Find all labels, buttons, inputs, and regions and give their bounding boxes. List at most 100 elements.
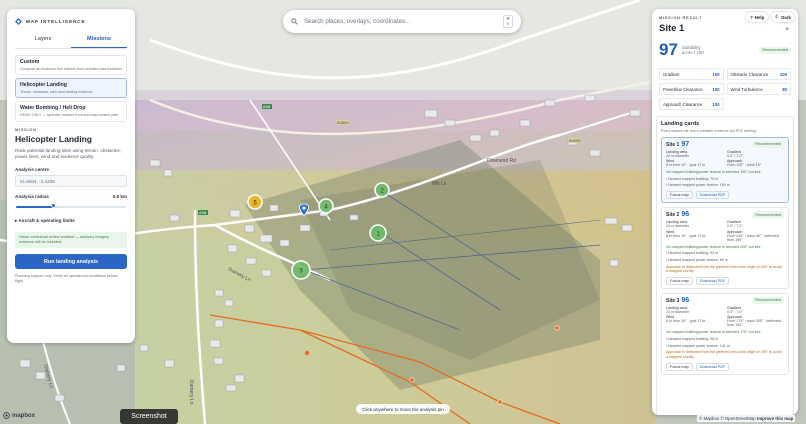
tab-missions[interactable]: Missions: [71, 32, 127, 48]
card-value: From 225° · track 45° · deflected from 1…: [727, 233, 780, 242]
mapbox-logo[interactable]: mapbox: [3, 412, 35, 419]
panel-tabs: Layers Missions: [15, 32, 127, 49]
site-marker-3[interactable]: 3: [291, 260, 311, 280]
search-bar[interactable]: Search places, overlays, coordinates... …: [283, 10, 521, 33]
top-controls: ? Help ☾ Dark: [746, 12, 795, 22]
help-icon: ?: [750, 14, 753, 20]
metric-name: Obstacle Clearance: [730, 71, 769, 77]
planning-footnote: Planning support only. Verify all operat…: [15, 274, 118, 284]
metric-value: 100: [712, 101, 720, 107]
road-number: B4509: [337, 120, 349, 125]
aircraft-limits-toggle[interactable]: ▸ Aircraft & operating limits: [15, 218, 127, 224]
card-site-title: Site 2 96: [666, 211, 689, 218]
run-landing-analysis-button[interactable]: Run landing analysis: [15, 254, 127, 270]
site-marker-5[interactable]: 5: [247, 194, 263, 210]
card-value: 8 kt from 15° · gust 17 kt: [666, 233, 706, 238]
road-label: Downend Rd: [487, 158, 516, 164]
card-bullet: • Nearest mapped building: 93 m: [666, 251, 719, 256]
metric-name: Approach Clearance: [663, 101, 703, 107]
improve-map-link[interactable]: Improve this map: [757, 416, 793, 421]
card-site-name: Site 1: [666, 141, 680, 148]
card-note: No mapped building/power feature in sele…: [666, 330, 761, 335]
metric-value: 100: [779, 71, 787, 77]
landing-card-site-3[interactable]: Site 3 96 Recommended Landing area 24 m d…: [661, 292, 789, 375]
card-note: No mapped building/power feature in sele…: [666, 170, 761, 174]
site-marker-4[interactable]: 4: [318, 198, 334, 214]
card-site-name: Site 3: [666, 297, 680, 304]
card-bullet: • Nearest mapped power feature: 141 m: [666, 343, 730, 348]
card-value: 8 kt from 15° · gust 17 kt: [666, 319, 706, 324]
mission-desc: Compose an evidence-first mission from s…: [20, 66, 122, 71]
card-score: 96: [681, 211, 690, 219]
download-pdf-button[interactable]: Download PDF: [695, 276, 730, 285]
analysis-radius-slider[interactable]: [16, 203, 126, 210]
card-value: 24 m diameter: [666, 153, 689, 158]
card-value: 0.0° / 7.0°: [727, 224, 743, 229]
metric-value: 100: [712, 71, 720, 77]
mission-title: Helicopter Landing: [20, 82, 67, 89]
score-label-line: score / 100: [681, 50, 704, 55]
left-panel: MAP INTELLIGENCE Layers Missions Custom …: [7, 9, 135, 343]
brand: MAP INTELLIGENCE: [7, 9, 135, 32]
metric-approach-clearance: Approach Clearance 100: [659, 98, 724, 110]
analysis-centre-input[interactable]: 51.6604, -2.4459: [15, 174, 127, 187]
card-value: 0.0° / 7.0°: [727, 309, 743, 314]
help-label: Help: [754, 14, 765, 20]
recommended-badge: Recommended: [759, 46, 791, 54]
mission-list: Custom Compose an evidence-first mission…: [15, 55, 127, 122]
mission-desc: DEMO ONLY — synthetic incident front and…: [20, 112, 119, 117]
search-input[interactable]: Search places, overlays, coordinates...: [304, 18, 497, 25]
card-value: 24 m diameter: [666, 224, 689, 229]
card-bullet: • Nearest mapped building: 70 m: [666, 176, 719, 181]
suitability-score: 97: [659, 40, 678, 59]
focus-map-button[interactable]: Focus map: [666, 276, 693, 285]
close-icon[interactable]: ×: [785, 27, 789, 33]
vision-notice: Vision contextual review enabled — advis…: [15, 231, 127, 249]
recommended-badge: Recommended: [752, 296, 784, 304]
landing-card-site-2[interactable]: Site 2 96 Recommended Landing area 24 m d…: [661, 207, 789, 289]
focus-map-button[interactable]: Focus map: [666, 362, 693, 371]
tab-layers[interactable]: Layers: [15, 32, 71, 48]
metric-name: Powerline Clearance: [663, 86, 703, 92]
landing-card-site-1[interactable]: Site 1 97 Recommended Landing area 24 m d…: [661, 136, 789, 204]
card-bullet: • Nearest mapped power feature: 89 m: [666, 257, 728, 262]
screenshot-label: Screenshot: [120, 409, 178, 424]
landing-cards-subtitle: Every ranked site has a printable eviden…: [661, 128, 757, 133]
card-value: 0.0° / 7.0°: [727, 153, 743, 158]
card-score: 96: [681, 296, 690, 304]
mission-card-helicopter-landing[interactable]: Helicopter Landing Terrain, obstacles, w…: [15, 78, 127, 99]
metric-value: 100: [712, 86, 720, 92]
search-icon: [291, 18, 298, 25]
card-bullet: • Nearest mapped building: 58 m: [666, 337, 719, 342]
download-pdf-button[interactable]: Download PDF: [695, 362, 730, 371]
mission-heading: Helicopter Landing: [15, 133, 92, 144]
mission-card-water-bombing[interactable]: Water Bombing / Heli Drop DEMO ONLY — sy…: [15, 101, 127, 122]
brand-name: MAP INTELLIGENCE: [26, 19, 86, 24]
analysis-radius-label-text: Analysis radius: [15, 193, 49, 199]
road-number: A38: [263, 104, 271, 109]
metric-name: Gradient: [663, 71, 680, 77]
theme-label: Dark: [781, 14, 791, 20]
mission-card-custom[interactable]: Custom Compose an evidence-first mission…: [15, 55, 127, 76]
help-button[interactable]: ? Help: [746, 12, 769, 22]
theme-toggle-button[interactable]: ☾ Dark: [771, 12, 795, 22]
attribution-text[interactable]: © Mapbox © OpenStreetMap: [699, 416, 756, 421]
card-site-title: Site 1 97: [666, 141, 689, 148]
mission-title: Water Bombing / Heli Drop: [20, 105, 86, 112]
landing-cards-section: Landing cards Every ranked site has a pr…: [656, 116, 794, 415]
site-marker-1[interactable]: 1: [369, 224, 387, 242]
mission-desc: Terrain, obstacles, wind and landing evi…: [20, 89, 93, 94]
road-number: A38: [199, 210, 207, 215]
card-value: From 175° · track 355° · deflected from …: [727, 319, 782, 328]
site-marker-2[interactable]: 2: [374, 182, 390, 198]
score-row: 97 Suitability score / 100 Recommended: [652, 34, 798, 60]
card-warning: Approach is deflected from the preferred…: [666, 350, 782, 360]
road-label: Mill Ln: [432, 181, 447, 187]
download-pdf-button[interactable]: Download PDF: [695, 191, 730, 200]
road-label: Damery Ln: [188, 380, 194, 405]
map-hint: Click anywhere to move the analysis pin: [356, 404, 450, 414]
focus-map-button[interactable]: Focus map: [666, 191, 693, 200]
card-site-title: Site 3 96: [666, 297, 689, 304]
analysis-centre-label: Analysis centre: [15, 167, 127, 172]
mission-section-label: MISSION: [15, 127, 37, 132]
